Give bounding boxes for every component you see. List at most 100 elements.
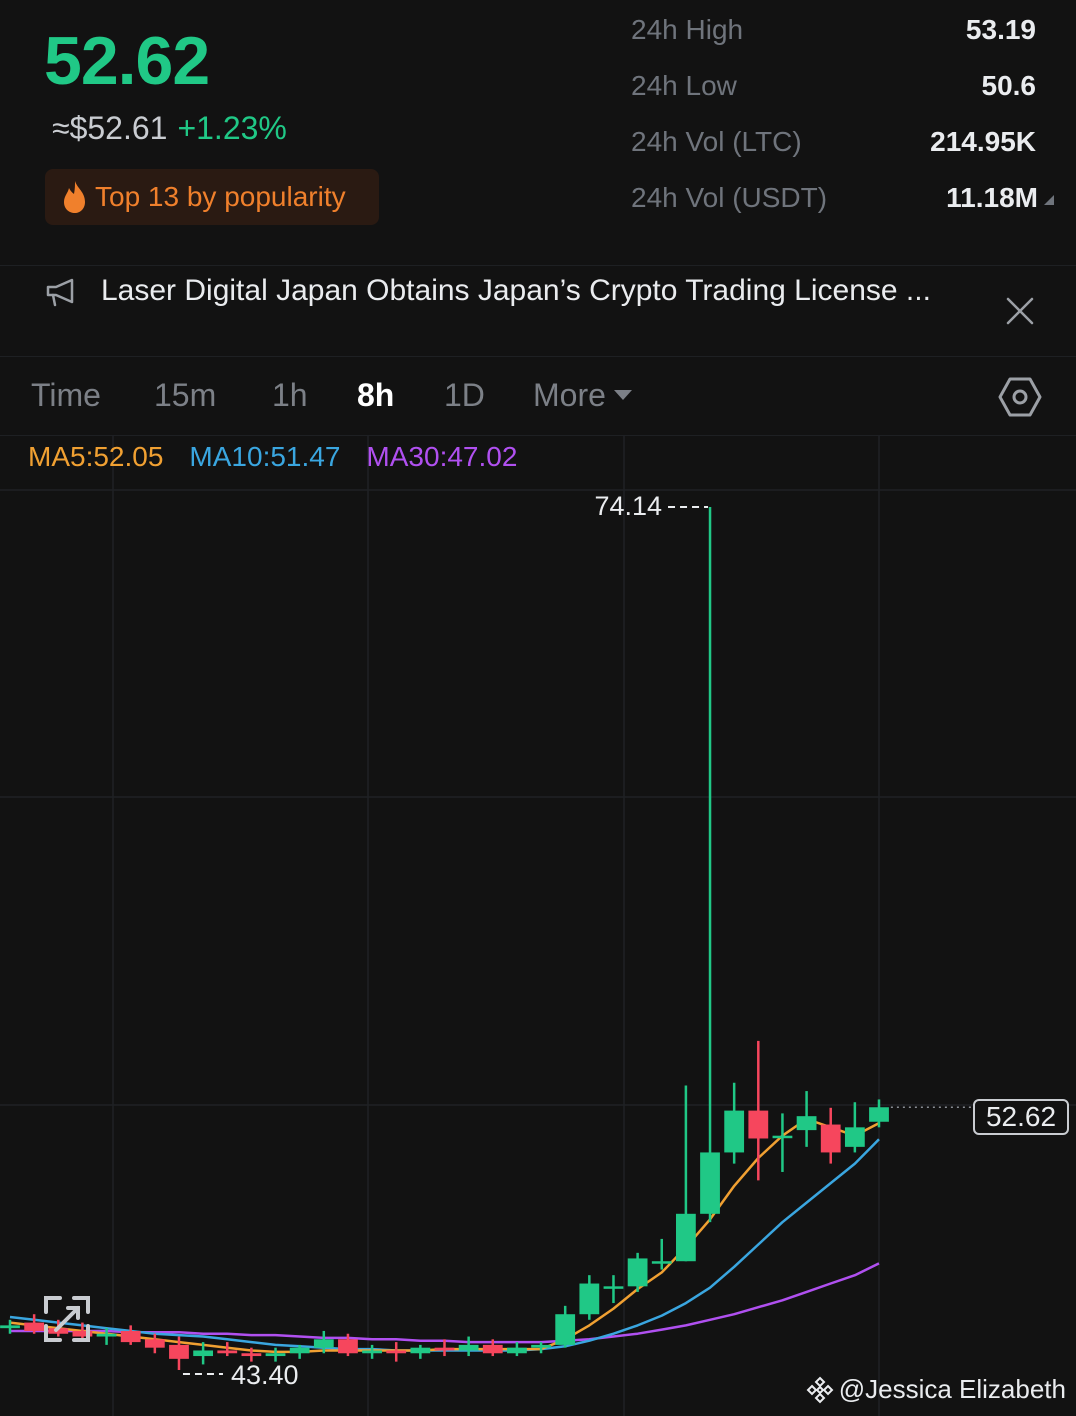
tab-1h[interactable]: 1h bbox=[272, 377, 308, 414]
popularity-text: Top 13 by popularity bbox=[95, 181, 346, 212]
candle bbox=[507, 1342, 527, 1357]
candles bbox=[0, 507, 889, 1370]
stat-label-24h-vol-usdt: 24h Vol (USDT) bbox=[631, 182, 828, 213]
candle-body bbox=[120, 1330, 141, 1343]
tab-more[interactable]: More bbox=[533, 377, 632, 414]
candle-body bbox=[289, 1347, 310, 1354]
candle bbox=[579, 1275, 600, 1320]
candle bbox=[555, 1305, 576, 1348]
last-price-tag: 52.62 bbox=[973, 1099, 1069, 1135]
caret-down-icon bbox=[613, 389, 632, 400]
stat-label-24h-high: 24h High bbox=[631, 14, 744, 45]
ma5-value: MA5:52.05 bbox=[28, 441, 164, 472]
fiat-price: ≈$52.61 bbox=[52, 110, 168, 146]
candle-body bbox=[362, 1350, 382, 1354]
settings-hexagon-icon[interactable] bbox=[996, 373, 1044, 421]
candle-body bbox=[507, 1347, 527, 1354]
candle bbox=[820, 1107, 841, 1164]
tab-more-label: More bbox=[533, 377, 606, 413]
candle bbox=[748, 1040, 769, 1181]
candle-body bbox=[748, 1110, 769, 1139]
ma30-value: MA30:47.02 bbox=[366, 441, 518, 472]
tab-1d[interactable]: 1D bbox=[444, 377, 485, 414]
fiat-price-row: ≈$52.61 +1.23% bbox=[52, 110, 287, 147]
tab-8h[interactable]: 8h bbox=[357, 377, 394, 414]
watermark-handle: @Jessica Elizabeth bbox=[838, 1374, 1066, 1404]
candle-body bbox=[531, 1344, 551, 1348]
stat-value-24h-vol-ltc: 214.95K bbox=[930, 126, 1036, 157]
candle-body bbox=[796, 1116, 817, 1131]
popularity-badge[interactable]: Top 13 by popularity bbox=[45, 169, 379, 225]
candle bbox=[144, 1333, 165, 1354]
candle-body bbox=[96, 1333, 117, 1337]
candle-body bbox=[651, 1261, 672, 1264]
flame-icon bbox=[64, 181, 85, 213]
candle-body bbox=[410, 1347, 431, 1354]
candle-body bbox=[217, 1350, 238, 1354]
stat-value-24h-vol-usdt: 11.18M bbox=[946, 182, 1038, 213]
candle-body bbox=[772, 1135, 793, 1139]
candle-body bbox=[482, 1344, 503, 1354]
candle-body bbox=[313, 1339, 334, 1348]
news-bar[interactable]: Laser Digital Japan Obtains Japan’s Cryp… bbox=[0, 265, 1076, 357]
candle bbox=[700, 507, 720, 1223]
candle bbox=[844, 1102, 865, 1153]
candle bbox=[603, 1275, 624, 1304]
candle-body bbox=[700, 1152, 720, 1214]
fullscreen-expand-icon[interactable] bbox=[42, 1294, 92, 1344]
ma10-value: MA10:51.47 bbox=[189, 441, 341, 472]
candle-body bbox=[627, 1258, 648, 1287]
watermark: @Jessica Elizabeth bbox=[805, 1374, 1066, 1405]
candle-body bbox=[265, 1353, 286, 1357]
candle bbox=[410, 1344, 431, 1359]
candle bbox=[120, 1325, 141, 1345]
candle-body bbox=[241, 1353, 262, 1357]
candle-body bbox=[675, 1213, 696, 1262]
candle bbox=[675, 1085, 696, 1262]
tab-15m[interactable]: 15m bbox=[154, 377, 216, 414]
close-icon[interactable] bbox=[1003, 294, 1037, 328]
candle-body bbox=[869, 1107, 889, 1122]
stat-value-24h-high: 53.19 bbox=[965, 14, 1036, 45]
tab-time[interactable]: Time bbox=[31, 377, 101, 414]
interval-tabs: Time 15m 1h 8h 1D More bbox=[0, 355, 1076, 436]
candle bbox=[362, 1344, 382, 1359]
candle-body bbox=[555, 1314, 576, 1345]
candle-body bbox=[144, 1339, 165, 1348]
candle bbox=[796, 1091, 817, 1147]
candle-body bbox=[724, 1110, 745, 1153]
megaphone-icon bbox=[46, 278, 74, 307]
candlestick-chart[interactable]: 74.14 43.40 bbox=[0, 435, 1076, 1416]
expand-triangle-icon bbox=[1044, 194, 1054, 205]
binance-logo-icon bbox=[806, 1376, 834, 1403]
candle-body bbox=[434, 1347, 455, 1351]
candle bbox=[627, 1252, 648, 1292]
ma30-line bbox=[10, 1262, 880, 1344]
stat-label-24h-vol-ltc: 24h Vol (LTC) bbox=[631, 126, 802, 157]
candle-body bbox=[603, 1286, 624, 1289]
moving-average-lines bbox=[9, 1117, 880, 1354]
high-price-label: 74.14 bbox=[594, 491, 662, 521]
stat-label-24h-low: 24h Low bbox=[631, 70, 737, 101]
low-price-label: 43.40 bbox=[231, 1360, 299, 1390]
candle bbox=[869, 1099, 889, 1128]
candle-body bbox=[820, 1124, 841, 1153]
candle bbox=[386, 1342, 407, 1362]
news-headline[interactable]: Laser Digital Japan Obtains Japan’s Cryp… bbox=[101, 274, 931, 308]
last-price: 52.62 bbox=[44, 23, 210, 99]
candle-body bbox=[386, 1350, 407, 1354]
chart-annotations: 74.14 43.40 bbox=[182, 491, 972, 1390]
stat-value-24h-vol-usdt-row[interactable]: 11.18M bbox=[946, 182, 1054, 214]
candle-body bbox=[169, 1344, 189, 1359]
candle-body bbox=[458, 1344, 479, 1351]
candle-body bbox=[193, 1350, 214, 1357]
candle-body bbox=[844, 1127, 865, 1147]
candle bbox=[531, 1342, 551, 1354]
ma-indicators: MA5:52.05 MA10:51.47 MA30:47.02 bbox=[28, 441, 517, 473]
price-change-percent: +1.23% bbox=[177, 110, 287, 146]
candle bbox=[458, 1336, 479, 1357]
candle-body bbox=[0, 1325, 20, 1329]
stat-value-24h-low: 50.6 bbox=[981, 70, 1037, 101]
chart-grid bbox=[0, 435, 1076, 1416]
candle-body bbox=[579, 1283, 600, 1315]
